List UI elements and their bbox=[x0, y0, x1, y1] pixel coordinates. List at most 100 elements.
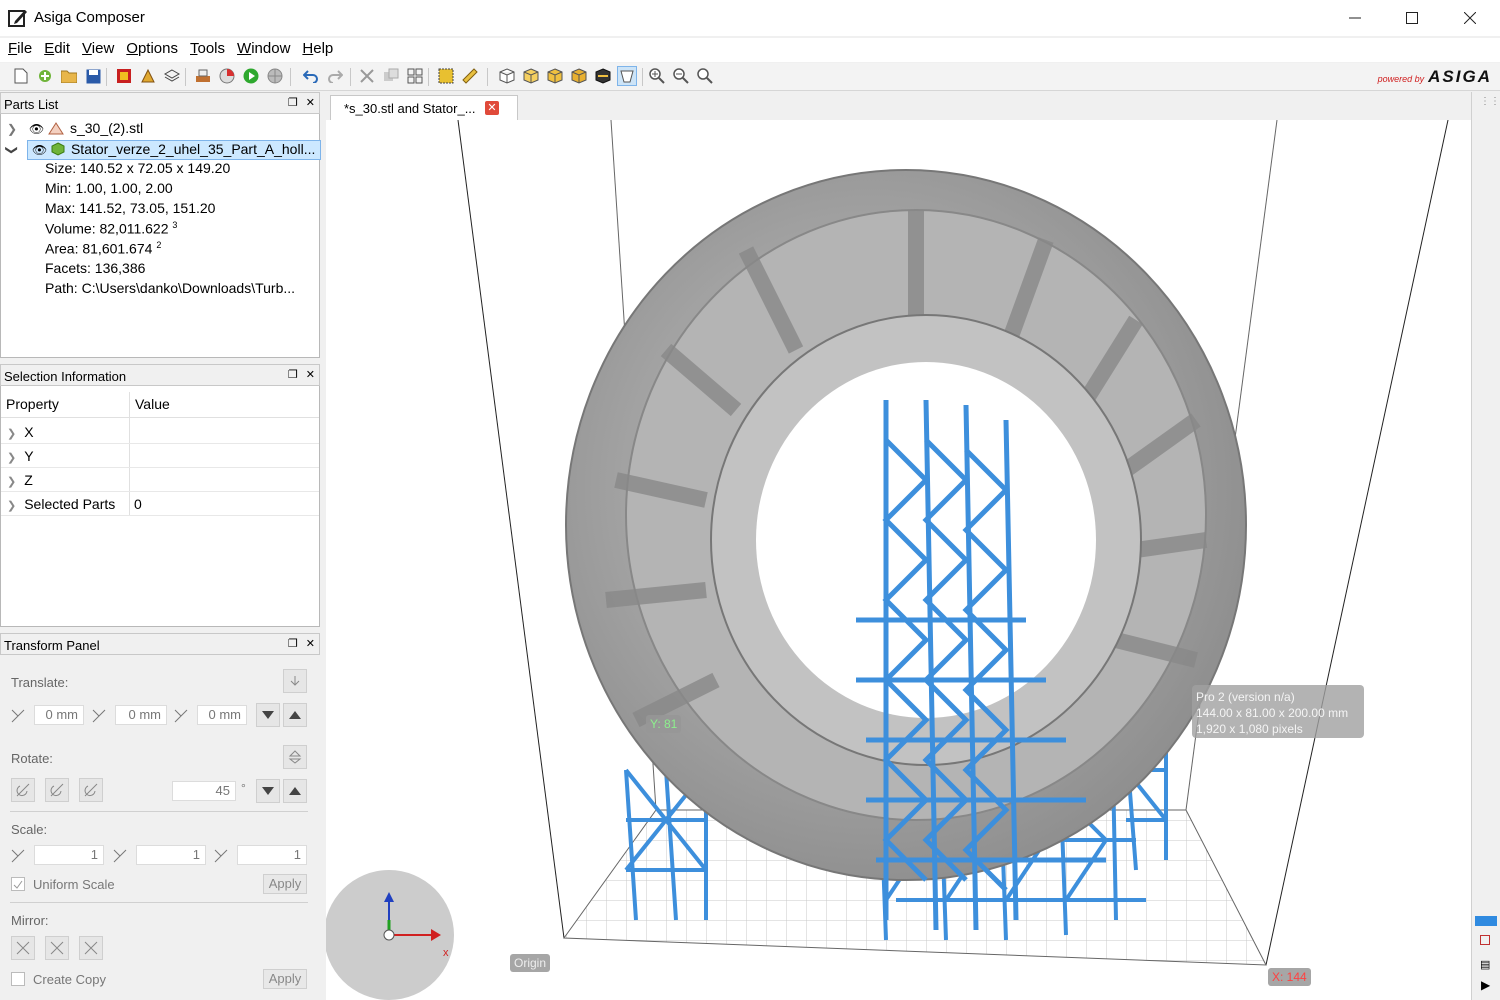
cube-outline-icon bbox=[499, 68, 515, 84]
uniform-scale-checkbox[interactable] bbox=[11, 877, 25, 891]
toolbar: powered by ASIGA bbox=[0, 63, 1500, 91]
tree-item-part-1[interactable]: ❯ 👁 s_30_(2).stl bbox=[7, 120, 143, 140]
close-icon bbox=[1464, 12, 1476, 24]
scale-x-field[interactable]: 1 bbox=[34, 845, 104, 865]
float-panel-icon[interactable]: ❐ bbox=[288, 368, 298, 381]
menu-tools[interactable]: Tools bbox=[184, 38, 231, 62]
rotate-z-button[interactable] bbox=[79, 778, 103, 802]
view-side-button[interactable] bbox=[545, 66, 565, 86]
view-bottom-button[interactable] bbox=[593, 66, 613, 86]
stl-part-icon bbox=[48, 122, 64, 135]
translate-up-button[interactable] bbox=[283, 703, 307, 727]
translate-x-field[interactable]: 0 mm bbox=[34, 705, 84, 725]
play-side-icon[interactable]: ▶ bbox=[1481, 978, 1490, 992]
minimize-button[interactable] bbox=[1326, 0, 1384, 36]
view-iso-button[interactable] bbox=[497, 66, 517, 86]
network-button[interactable] bbox=[265, 66, 285, 86]
close-window-button[interactable] bbox=[1441, 0, 1499, 36]
menu-window[interactable]: Window bbox=[231, 38, 296, 62]
supports-button[interactable] bbox=[138, 66, 158, 86]
scale-apply-button[interactable]: Apply bbox=[263, 874, 307, 894]
toolbar-separator bbox=[428, 68, 429, 86]
right-side-strip: ⋮⋮ ▤ ▶ bbox=[1471, 92, 1500, 1000]
close-panel-icon[interactable]: ✕ bbox=[306, 637, 315, 650]
measure-button[interactable] bbox=[460, 66, 480, 86]
table-row[interactable]: ❯ Selected Parts 0 bbox=[1, 492, 319, 516]
table-row[interactable]: ❯ Y bbox=[1, 444, 319, 468]
printer-button[interactable] bbox=[193, 66, 213, 86]
rotate-up-button[interactable] bbox=[283, 779, 307, 803]
arrange-button[interactable] bbox=[405, 66, 425, 86]
menu-edit[interactable]: Edit bbox=[38, 38, 76, 62]
menu-help[interactable]: Help bbox=[296, 38, 339, 62]
translate-label: Translate: bbox=[11, 675, 69, 690]
menu-file[interactable]: File bbox=[2, 38, 38, 62]
statistics-button[interactable] bbox=[217, 66, 237, 86]
mirror-y-button[interactable] bbox=[45, 936, 69, 960]
duplicate-button[interactable] bbox=[381, 66, 401, 86]
undo-icon bbox=[303, 70, 318, 83]
new-file-button[interactable] bbox=[11, 66, 31, 86]
build-button[interactable] bbox=[114, 66, 134, 86]
tree-item-part-2[interactable]: ❯ 👁 Stator_verze_2_uhel_35_Part_A_holl..… bbox=[5, 140, 321, 160]
lay-flat-button[interactable] bbox=[283, 745, 307, 769]
printer-info-overlay: Pro 2 (version n/a) 144.00 x 81.00 x 200… bbox=[1192, 685, 1364, 738]
close-panel-icon[interactable]: ✕ bbox=[306, 368, 315, 381]
view-perspective-button[interactable] bbox=[617, 66, 637, 86]
visibility-eye-icon[interactable]: 👁 bbox=[32, 143, 47, 157]
view-top-button[interactable] bbox=[569, 66, 589, 86]
rotate-angle-field[interactable]: 45 bbox=[172, 781, 236, 801]
rotate-y-button[interactable] bbox=[45, 778, 69, 802]
menu-view[interactable]: View bbox=[76, 38, 120, 62]
float-panel-icon[interactable]: ❐ bbox=[288, 96, 298, 109]
triangle-up-icon bbox=[289, 787, 301, 795]
view-orientation-widget[interactable] bbox=[326, 870, 454, 1000]
view-front-button[interactable] bbox=[521, 66, 541, 86]
collapse-chevron-icon[interactable]: ❯ bbox=[5, 145, 19, 155]
maximize-button[interactable] bbox=[1383, 0, 1441, 36]
cube-side-icon bbox=[547, 68, 563, 84]
document-tab[interactable]: *s_30.stl and Stator_... ✕ bbox=[330, 95, 518, 120]
expand-chevron-icon[interactable]: ❯ bbox=[7, 122, 17, 136]
start-print-button[interactable] bbox=[241, 66, 261, 86]
scale-y-field[interactable]: 1 bbox=[136, 845, 206, 865]
3d-viewport[interactable] bbox=[326, 120, 1471, 1000]
table-row[interactable]: ❯ Z bbox=[1, 468, 319, 492]
menu-options[interactable]: Options bbox=[120, 38, 184, 62]
rotate-down-button[interactable] bbox=[256, 779, 280, 803]
select-all-button[interactable] bbox=[436, 66, 456, 86]
layers-button[interactable] bbox=[162, 66, 182, 86]
printer-resolution: 1,920 x 1,080 pixels bbox=[1196, 722, 1303, 736]
translate-z-field[interactable]: 0 mm bbox=[197, 705, 247, 725]
selected-part-row[interactable]: 👁 Stator_verze_2_uhel_35_Part_A_holl... bbox=[26, 140, 321, 160]
table-row[interactable]: ❯ X bbox=[1, 420, 319, 444]
layers-side-icon[interactable]: ▤ bbox=[1480, 958, 1490, 971]
zoom-out-button[interactable] bbox=[671, 66, 691, 86]
delete-button[interactable] bbox=[357, 66, 377, 86]
visibility-eye-icon[interactable]: 👁 bbox=[29, 122, 44, 136]
open-button[interactable] bbox=[59, 66, 79, 86]
title-bar: Asiga Composer bbox=[0, 0, 1500, 36]
add-part-button[interactable] bbox=[35, 66, 55, 86]
zoom-in-button[interactable] bbox=[647, 66, 667, 86]
undo-button[interactable] bbox=[301, 66, 321, 86]
mirror-x-button[interactable] bbox=[11, 936, 35, 960]
create-copy-checkbox[interactable] bbox=[11, 972, 25, 986]
layer-marker-icon[interactable] bbox=[1480, 935, 1490, 945]
zoom-fit-button[interactable] bbox=[695, 66, 715, 86]
layer-slider-handle[interactable] bbox=[1475, 916, 1497, 926]
scale-z-field[interactable]: 1 bbox=[237, 845, 307, 865]
close-tab-icon[interactable]: ✕ bbox=[485, 101, 499, 115]
rotate-x-button[interactable] bbox=[11, 778, 35, 802]
scene-canvas[interactable] bbox=[326, 120, 1471, 1000]
translate-y-field[interactable]: 0 mm bbox=[115, 705, 167, 725]
float-panel-icon[interactable]: ❐ bbox=[288, 637, 298, 650]
redo-button[interactable] bbox=[325, 66, 345, 86]
mirror-apply-button[interactable]: Apply bbox=[263, 969, 307, 989]
mirror-z-button[interactable] bbox=[79, 936, 103, 960]
save-button[interactable] bbox=[83, 66, 103, 86]
redo-icon bbox=[328, 70, 343, 83]
close-panel-icon[interactable]: ✕ bbox=[306, 96, 315, 109]
translate-down-button[interactable] bbox=[256, 703, 280, 727]
drop-to-platform-button[interactable] bbox=[283, 669, 307, 693]
